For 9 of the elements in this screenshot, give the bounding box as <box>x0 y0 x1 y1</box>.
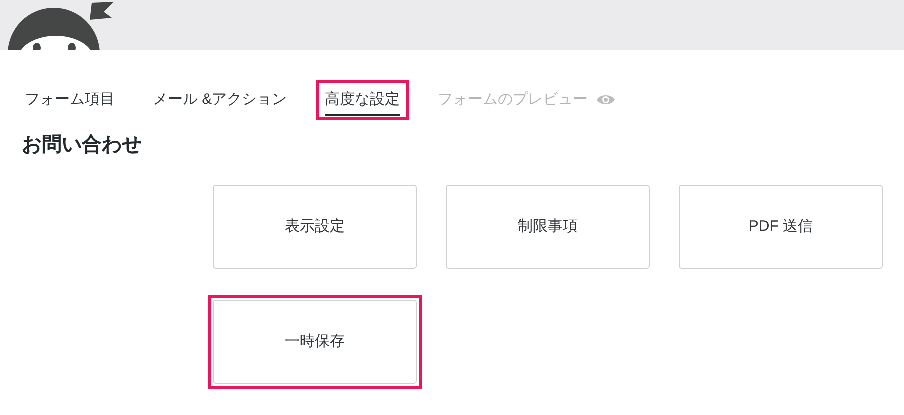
settings-card[interactable]: 表示設定 <box>213 185 417 269</box>
settings-card[interactable]: 一時保存 <box>213 300 417 384</box>
eye-icon <box>596 93 616 107</box>
settings-card[interactable]: PDF 送信 <box>679 185 883 269</box>
tab[interactable]: フォーム項目 <box>25 84 115 116</box>
settings-card[interactable]: 制限事項 <box>446 185 650 269</box>
tab[interactable]: 高度な設定 <box>325 84 400 116</box>
form-title: お問い合わせ <box>22 133 143 158</box>
tab[interactable]: メール &アクション <box>153 84 288 116</box>
